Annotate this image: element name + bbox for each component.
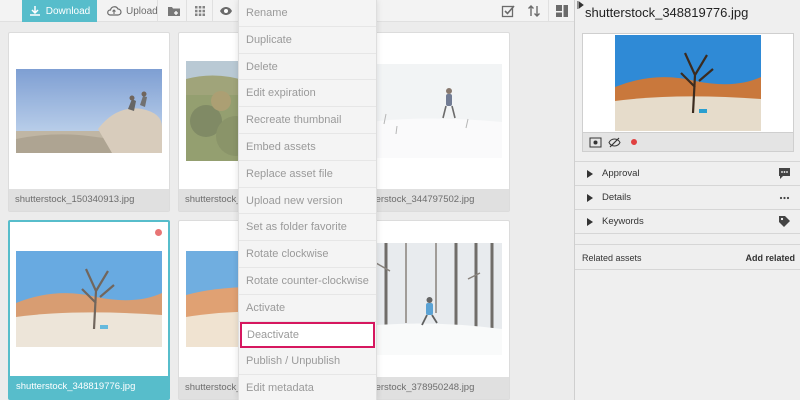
status-dot-icon [630, 139, 637, 145]
menu-item-rotate-counter-clockwise[interactable]: Rotate counter-clockwise [239, 268, 376, 295]
toolbar-divider [212, 0, 213, 22]
preview-button[interactable] [589, 136, 602, 149]
preview-toolbar [582, 133, 794, 152]
toolbar-divider [157, 0, 158, 22]
layout-icon [556, 5, 568, 17]
sort-icon [528, 5, 540, 17]
rock-climbers-image [16, 69, 162, 153]
related-assets: Related assets Add related [575, 244, 800, 270]
eye-slash-icon [608, 137, 621, 147]
menu-item-upload-new-version[interactable]: Upload new version [239, 188, 376, 215]
asset-card[interactable]: shutterstock_150340913.jpg [8, 32, 170, 212]
asset-caption: shutterstock_348819776.jpg [10, 376, 168, 398]
desert-tree-image [16, 251, 162, 347]
download-icon [29, 6, 40, 16]
add-related-button[interactable]: Add related [745, 253, 795, 263]
menu-item-set-folder-favorite[interactable]: Set as folder favorite [239, 214, 376, 242]
panel-title: shutterstock_348819776.jpg [585, 5, 749, 20]
details-panel: shutterstock_348819776.jpg Approval Deta… [574, 0, 800, 400]
grid-view-button[interactable] [193, 4, 207, 18]
section-label: Details [602, 192, 632, 203]
asset-thumbnail [9, 33, 169, 189]
section-approval[interactable]: Approval [575, 161, 800, 185]
collapse-panel-icon[interactable] [577, 1, 585, 9]
menu-item-rename[interactable]: Rename [239, 0, 376, 27]
more-icon [779, 196, 790, 200]
desert-tree-preview-image [615, 35, 761, 131]
context-menu: Rename Duplicate Delete Edit expiration … [238, 0, 377, 400]
preview-eye-icon [589, 137, 602, 147]
asset-caption: shutterstock_150340913.jpg [9, 189, 169, 211]
snow-hiker-image [356, 64, 502, 158]
status-button[interactable] [627, 136, 640, 149]
menu-item-embed-assets[interactable]: Embed assets [239, 134, 376, 161]
expand-arrow-icon [587, 193, 593, 202]
expand-arrow-icon [587, 217, 593, 226]
menu-item-deactivate[interactable]: Deactivate [240, 321, 375, 349]
menu-item-rotate-clockwise[interactable]: Rotate clockwise [239, 241, 376, 268]
tag-icon [779, 216, 790, 227]
menu-item-edit-metadata[interactable]: Edit metadata [239, 375, 376, 400]
eye-icon [220, 7, 232, 15]
hide-button[interactable] [608, 136, 621, 149]
preview-toggle-button[interactable] [219, 4, 233, 18]
toolbar-divider [548, 0, 549, 22]
section-keywords[interactable]: Keywords [575, 209, 800, 234]
download-label: Download [45, 5, 91, 17]
related-assets-label: Related assets [582, 253, 642, 263]
expand-arrow-icon [587, 169, 593, 178]
new-folder-button[interactable] [167, 4, 181, 18]
menu-item-activate[interactable]: Activate [239, 295, 376, 322]
asset-preview [582, 33, 794, 133]
section-label: Approval [602, 168, 640, 179]
menu-item-replace-asset-file[interactable]: Replace asset file [239, 161, 376, 188]
upload-label: Upload [126, 5, 158, 17]
layout-button[interactable] [555, 4, 569, 18]
cloud-upload-icon [107, 6, 122, 16]
menu-item-publish-unpublish[interactable]: Publish / Unpublish [239, 348, 376, 376]
section-details[interactable]: Details [575, 185, 800, 209]
sort-button[interactable] [527, 4, 541, 18]
menu-item-delete[interactable]: Delete [239, 54, 376, 81]
menu-item-duplicate[interactable]: Duplicate [239, 27, 376, 54]
section-label: Keywords [602, 216, 644, 227]
toolbar-divider [186, 0, 187, 22]
folder-plus-icon [168, 7, 180, 16]
menu-item-recreate-thumbnail[interactable]: Recreate thumbnail [239, 107, 376, 134]
snow-forest-runner-image [356, 243, 502, 355]
download-button[interactable]: Download [22, 0, 97, 22]
grid-icon [195, 6, 205, 16]
asset-card-selected[interactable]: shutterstock_348819776.jpg [8, 220, 170, 400]
upload-button[interactable]: Upload [106, 0, 158, 22]
checkbox-icon [501, 5, 515, 18]
status-indicator [155, 229, 162, 236]
select-all-button[interactable] [501, 4, 515, 18]
comment-icon [779, 168, 790, 179]
asset-thumbnail [10, 222, 168, 376]
menu-item-edit-expiration[interactable]: Edit expiration [239, 80, 376, 108]
